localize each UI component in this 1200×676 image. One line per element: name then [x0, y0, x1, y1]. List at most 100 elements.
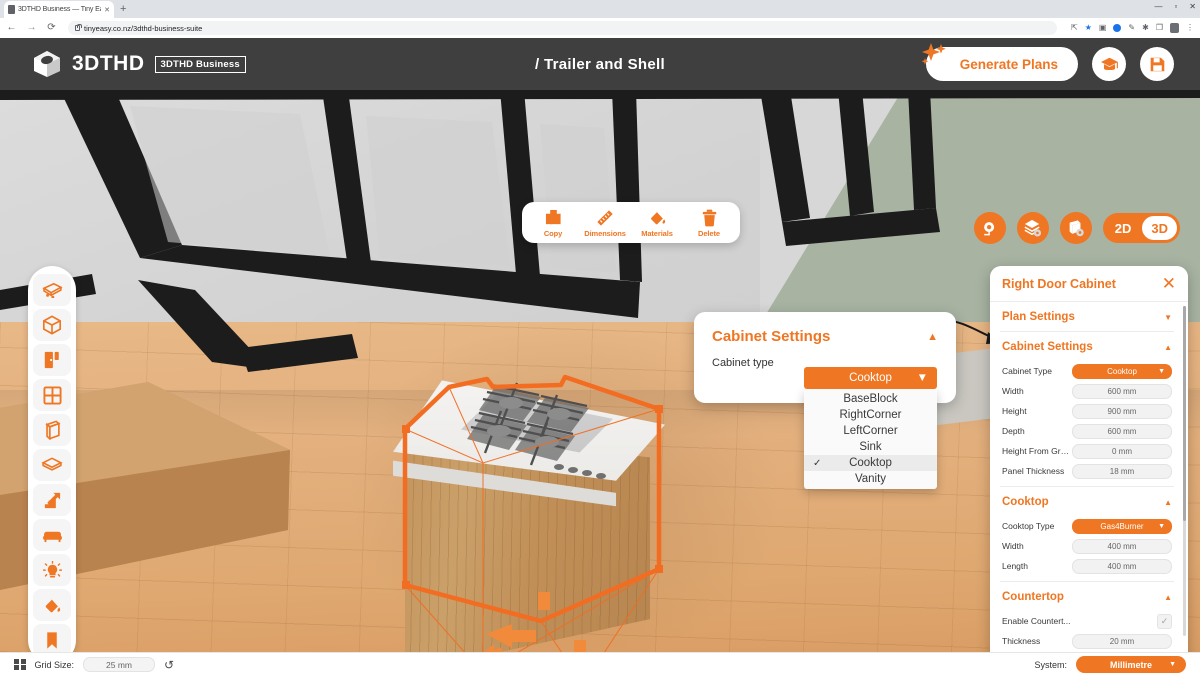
dropdown-option-cooktop[interactable]: ✓ Cooktop — [804, 455, 937, 471]
properties-panel: Right Door Cabinet ✕ Plan Settings ▼ Cab… — [990, 266, 1188, 652]
viewport-3d[interactable]: Copy Dimensions Materials Delete 2D 3D C… — [0, 90, 1200, 652]
tool-paint[interactable] — [33, 589, 71, 621]
cabinet-object[interactable] — [383, 373, 673, 652]
section-header-cabinet-settings[interactable]: Cabinet Settings ▲ — [990, 332, 1184, 361]
dimension-toggle[interactable]: 2D 3D — [1102, 213, 1180, 243]
generate-plans-button[interactable]: Generate Plans — [921, 43, 1078, 81]
back-icon[interactable]: ← — [6, 23, 17, 33]
close-icon[interactable]: ✕ — [1162, 275, 1176, 292]
tool-shell[interactable] — [33, 309, 71, 341]
share-icon[interactable]: ⇱ — [1071, 24, 1078, 32]
forward-icon[interactable]: → — [26, 23, 37, 33]
cabinet-settings-popup-header[interactable]: Cabinet Settings ▲ — [694, 312, 956, 345]
cabinet-type-dropdown-trigger[interactable]: Cooktop ▼ — [804, 367, 937, 389]
render-settings-button[interactable] — [1059, 212, 1092, 244]
property-label: Enable Countert... — [1002, 616, 1071, 626]
view-settings-button[interactable] — [1016, 212, 1049, 244]
reload-icon[interactable]: ⟳ — [46, 23, 57, 33]
new-tab-button[interactable]: + — [120, 4, 126, 15]
section-header-countertop[interactable]: Countertop ▲ — [990, 582, 1184, 611]
close-icon[interactable]: ✕ — [104, 6, 110, 14]
height-input[interactable]: 900 mm — [1072, 403, 1172, 419]
cooktop-length-input[interactable]: 400 mm — [1072, 558, 1172, 574]
property-row-countertop-thickness: Thickness 20 mm — [990, 631, 1184, 651]
property-label: Height From Gro... — [1002, 446, 1070, 456]
width-input[interactable]: 600 mm — [1072, 383, 1172, 399]
toggle-option-3d[interactable]: 3D — [1142, 216, 1177, 240]
graduation-cap-icon — [1100, 57, 1118, 70]
maximize-icon[interactable]: ▫ — [1174, 2, 1177, 12]
reset-icon[interactable]: ↺ — [164, 659, 174, 671]
property-row-cabinet-type: Cabinet Type Cooktop ▼ — [990, 361, 1184, 381]
eyedropper-icon[interactable]: ✎ — [1128, 24, 1135, 32]
dropdown-option-baseblock[interactable]: BaseBlock — [804, 391, 937, 407]
tutorial-button[interactable] — [1092, 47, 1126, 81]
tool-window[interactable] — [33, 379, 71, 411]
property-label: Panel Thickness — [1002, 466, 1065, 476]
object-action-copy[interactable]: Copy — [534, 209, 572, 238]
tool-stairs[interactable] — [33, 484, 71, 516]
transform-gizmo[interactable] — [478, 588, 598, 652]
browser-chrome: 3DTHD Business — Tiny Easy - T... ✕ + — … — [0, 0, 1200, 38]
dropdown-option-vanity[interactable]: Vanity — [804, 471, 937, 487]
view-controls: 2D 3D — [973, 212, 1180, 244]
window-close-icon[interactable]: ✕ — [1189, 2, 1196, 12]
enable-countertop-checkbox[interactable]: ✓ — [1157, 613, 1172, 629]
object-action-copy-label: Copy — [543, 229, 563, 238]
object-action-dimensions[interactable]: Dimensions — [584, 209, 626, 238]
tool-furniture[interactable] — [33, 519, 71, 551]
cooktop-width-input[interactable]: 400 mm — [1072, 538, 1172, 554]
dropdown-option-label: Cooktop — [849, 457, 892, 469]
address-bar[interactable]: tinyeasy.co.nz/3dthd-business-suite — [68, 21, 1057, 35]
object-action-delete[interactable]: Delete — [690, 209, 728, 238]
dropdown-option-label: BaseBlock — [843, 393, 898, 405]
cooktop-type-select[interactable]: Gas4Burner ▼ — [1072, 518, 1172, 534]
save-button[interactable] — [1140, 47, 1174, 81]
system-label: System: — [1034, 659, 1067, 670]
split-view-icon[interactable]: ❐ — [1156, 24, 1163, 32]
section-header-cooktop[interactable]: Cooktop ▲ — [990, 487, 1184, 516]
profile-avatar[interactable] — [1170, 23, 1179, 33]
tool-lighting[interactable] — [33, 554, 71, 586]
tool-bookmark[interactable] — [33, 624, 71, 652]
depth-input[interactable]: 600 mm — [1072, 423, 1172, 439]
countertop-thickness-input[interactable]: 20 mm — [1072, 633, 1172, 649]
properties-panel-body[interactable]: Plan Settings ▼ Cabinet Settings ▲ Cabin… — [990, 302, 1188, 652]
orbit-camera-button[interactable] — [973, 212, 1006, 244]
object-action-materials-label: Materials — [641, 229, 673, 238]
grid-size-input[interactable]: 25 mm — [83, 657, 156, 672]
tool-wall-panel[interactable] — [33, 414, 71, 446]
section-header-plan-settings[interactable]: Plan Settings ▼ — [990, 302, 1184, 331]
bookmark-star-icon[interactable]: ★ — [1085, 24, 1092, 32]
dropdown-option-leftcorner[interactable]: LeftCorner — [804, 423, 937, 439]
camera-icon[interactable]: ▣ — [1099, 24, 1107, 32]
brand-logo[interactable]: 3DTHD 3DTHD Business — [32, 50, 246, 78]
minimize-icon[interactable]: — — [1154, 2, 1162, 12]
browser-toolbar: ← → ⟳ tinyeasy.co.nz/3dthd-business-suit… — [0, 18, 1200, 38]
status-bar-left: Grid Size: 25 mm ↺ — [14, 657, 174, 672]
sparkle-icon — [921, 43, 946, 65]
cabinet-type-select[interactable]: Cooktop ▼ — [1072, 363, 1172, 379]
property-row-enable-countertop: Enable Countert... ✓ — [990, 611, 1184, 631]
cooktop-grates-icon — [467, 382, 606, 479]
menu-kebab-icon[interactable]: ⋮ — [1186, 24, 1194, 32]
dropdown-option-rightcorner[interactable]: RightCorner — [804, 407, 937, 423]
extensions-icon[interactable]: ✱ — [1142, 24, 1149, 32]
tool-trailer-base[interactable] — [33, 274, 71, 306]
tool-layers[interactable] — [33, 449, 71, 481]
dropdown-option-label: RightCorner — [839, 409, 902, 421]
tool-door[interactable] — [33, 344, 71, 376]
unit-system-select[interactable]: Millimetre ▼ — [1076, 656, 1186, 673]
door-icon — [44, 351, 59, 369]
toggle-option-2d[interactable]: 2D — [1106, 216, 1141, 240]
property-label: Thickness — [1002, 636, 1041, 646]
chevron-up-icon: ▲ — [1164, 592, 1172, 602]
object-action-materials[interactable]: Materials — [638, 209, 676, 238]
browser-tab[interactable]: 3DTHD Business — Tiny Easy - T... ✕ — [4, 1, 114, 18]
panel-thickness-input[interactable]: 18 mm — [1072, 463, 1172, 479]
extension-dot-icon[interactable] — [1113, 24, 1122, 32]
collapse-triangle-icon[interactable]: ▲ — [927, 331, 938, 343]
height-from-ground-input[interactable]: 0 mm — [1072, 443, 1172, 459]
panel-scrollbar-thumb[interactable] — [1183, 306, 1186, 521]
dropdown-option-sink[interactable]: Sink — [804, 439, 937, 455]
